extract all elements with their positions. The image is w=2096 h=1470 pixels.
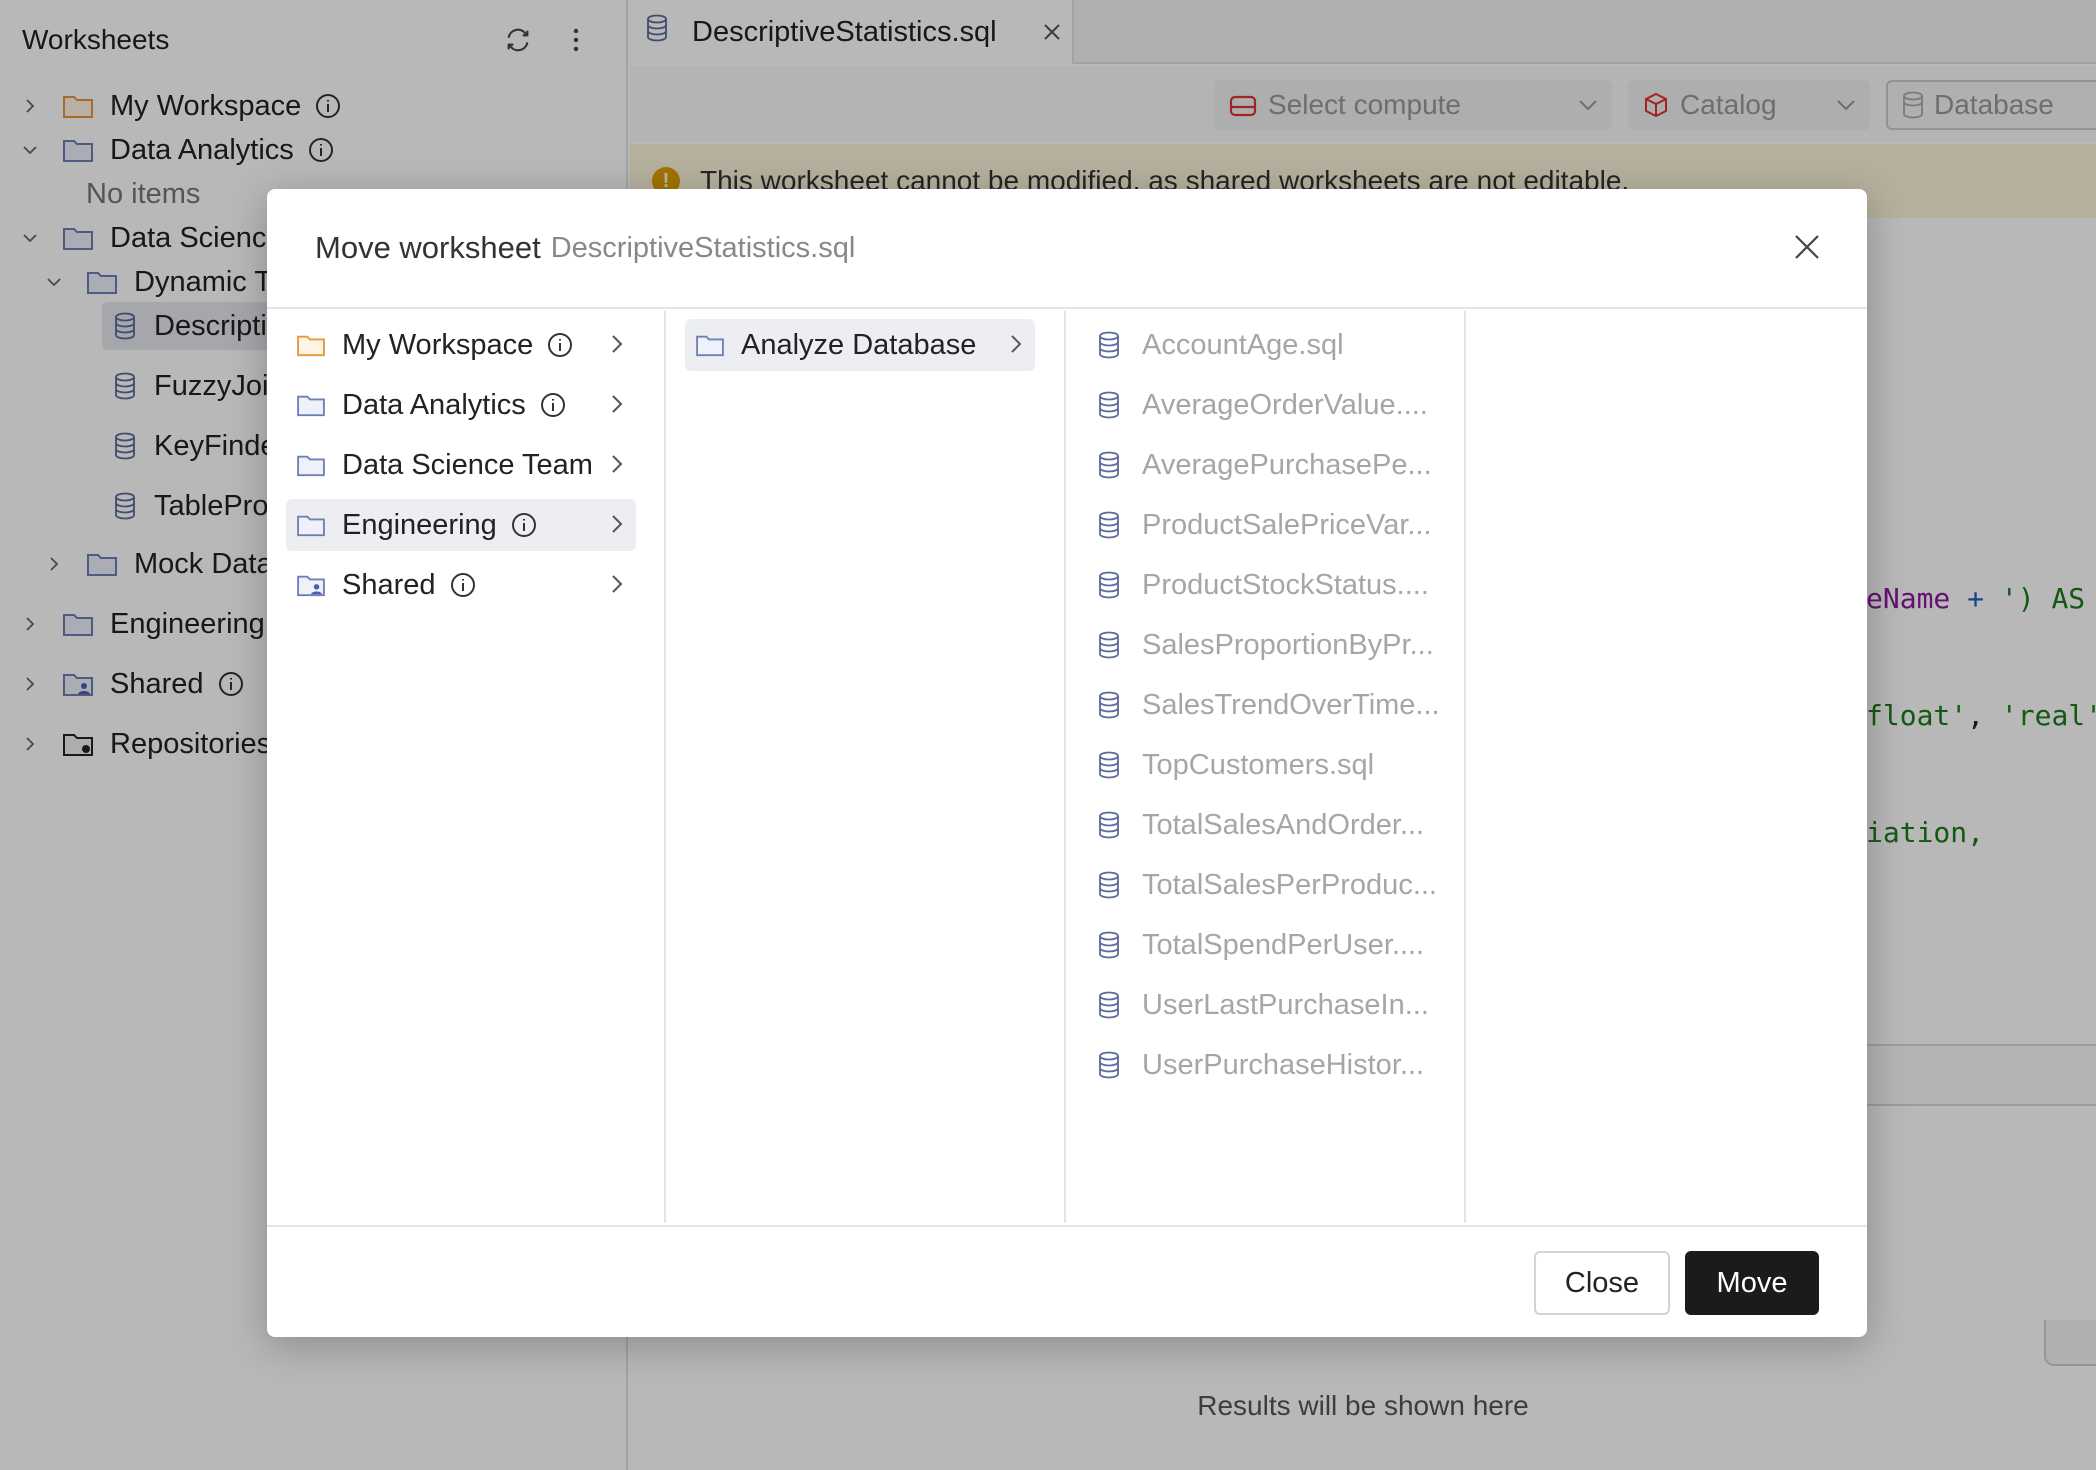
browser-column-empty [1466,311,1867,1223]
browser-column-analyze-database: AccountAge.sql AverageOrderValue.... Ave… [1066,311,1466,1223]
file-item: ProductStockStatus.... [1098,559,1429,611]
close-button[interactable]: Close [1534,1251,1670,1315]
folder-label: Analyze Database [741,328,977,361]
database-file-icon [1098,391,1126,419]
file-item: SalesTrendOverTime... [1098,679,1440,731]
database-file-icon [1098,511,1126,539]
database-file-icon [1098,451,1126,479]
database-file-icon [1098,631,1126,659]
file-label: SalesTrendOverTime... [1142,688,1440,721]
browser-column-engineering: Analyze Database [666,311,1066,1223]
shared-folder-icon [296,573,328,597]
folder-shared[interactable]: Shared [286,559,636,611]
folder-engineering[interactable]: Engineering [286,499,636,551]
chevron-right-icon [1009,333,1023,355]
database-file-icon [1098,1051,1126,1079]
file-item: UserLastPurchaseIn... [1098,979,1429,1031]
database-file-icon [1098,691,1126,719]
file-label: TotalSpendPerUser.... [1142,928,1425,961]
folder-label: Engineering [342,508,497,541]
file-item: AccountAge.sql [1098,319,1344,371]
info-icon[interactable] [450,572,476,598]
folder-my-workspace[interactable]: My Workspace [286,319,636,371]
info-icon[interactable] [540,392,566,418]
folder-data-analytics[interactable]: Data Analytics [286,379,636,431]
move-button[interactable]: Move [1685,1251,1819,1315]
file-label: SalesProportionByPr... [1142,628,1434,661]
file-label: AccountAge.sql [1142,328,1344,361]
folder-icon [296,393,328,417]
folder-browser: My Workspace Data Analytics Data Science… [267,311,1867,1223]
folder-icon [296,333,328,357]
info-icon[interactable] [547,332,573,358]
file-label: TotalSalesAndOrder... [1142,808,1425,841]
dialog-header: Move worksheet DescriptiveStatistics.sql [267,189,1867,309]
folder-icon [296,513,328,537]
database-file-icon [1098,331,1126,359]
file-item: TotalSalesPerProduc... [1098,859,1437,911]
chevron-right-icon [610,333,624,355]
close-icon[interactable] [1787,227,1827,267]
folder-data-science-team[interactable]: Data Science Team [286,439,636,491]
folder-icon [296,453,328,477]
dialog-subtitle: DescriptiveStatistics.sql [550,231,856,264]
database-file-icon [1098,871,1126,899]
folder-label: Data Science Team [342,448,593,481]
database-file-icon [1098,751,1126,779]
chevron-right-icon [610,393,624,415]
chevron-right-icon [610,513,624,535]
chevron-right-icon [610,573,624,595]
info-icon[interactable] [511,512,537,538]
folder-analyze-database[interactable]: Analyze Database [685,319,1035,371]
file-item: SalesProportionByPr... [1098,619,1434,671]
dialog-footer: Close Move [267,1225,1867,1337]
file-label: AveragePurchasePe... [1142,448,1432,481]
file-label: UserPurchaseHistor... [1142,1048,1425,1081]
move-worksheet-dialog: Move worksheet DescriptiveStatistics.sql… [267,189,1867,1337]
folder-label: Shared [342,568,436,601]
file-item: UserPurchaseHistor... [1098,1039,1424,1091]
file-label: ProductSalePriceVar... [1142,508,1432,541]
file-label: TopCustomers.sql [1142,748,1375,781]
file-item: ProductSalePriceVar... [1098,499,1432,551]
file-label: ProductStockStatus.... [1142,568,1429,601]
database-file-icon [1098,991,1126,1019]
folder-icon [695,333,727,357]
database-file-icon [1098,931,1126,959]
chevron-right-icon [610,453,624,475]
file-label: UserLastPurchaseIn... [1142,988,1429,1021]
browser-column-root: My Workspace Data Analytics Data Science… [267,311,666,1223]
database-file-icon [1098,811,1126,839]
file-label: AverageOrderValue.... [1142,388,1428,421]
file-item: TotalSalesAndOrder... [1098,799,1424,851]
file-label: TotalSalesPerProduc... [1142,868,1437,901]
file-item: AveragePurchasePe... [1098,439,1432,491]
file-item: TopCustomers.sql [1098,739,1374,791]
file-item: TotalSpendPerUser.... [1098,919,1424,971]
file-item: AverageOrderValue.... [1098,379,1428,431]
dialog-title: Move worksheet [315,230,541,265]
folder-label: My Workspace [342,328,534,361]
database-file-icon [1098,571,1126,599]
folder-label: Data Analytics [342,388,526,421]
